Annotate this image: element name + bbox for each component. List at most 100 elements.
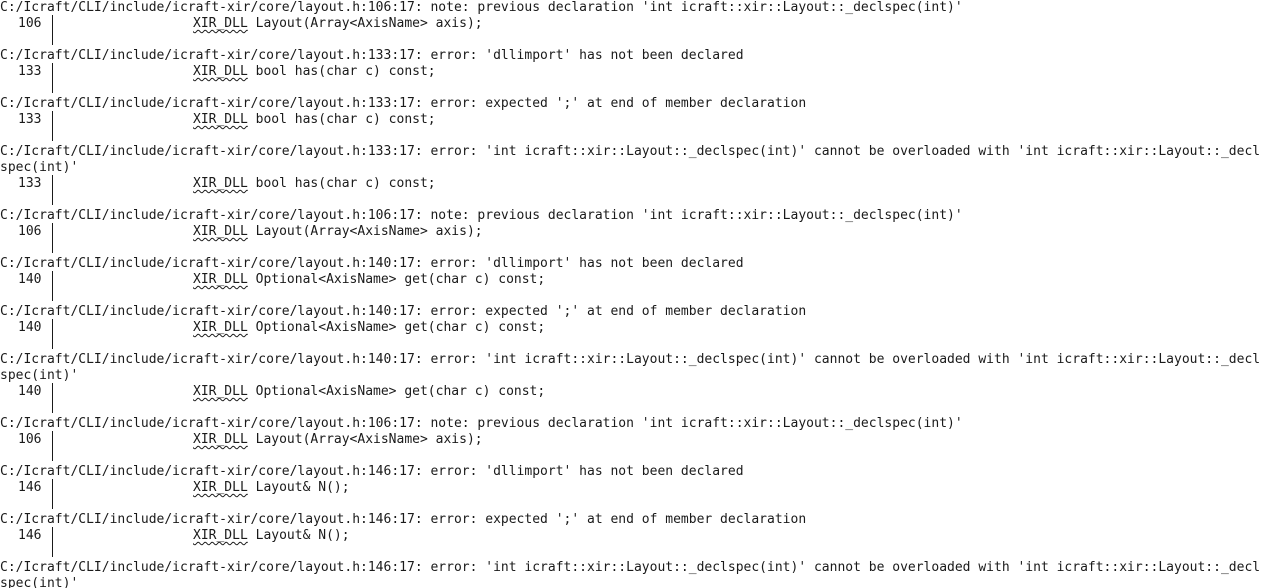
gutter-bar	[52, 271, 53, 301]
source-code: XIR_DLL Optional<AxisName> get(char c) c…	[193, 384, 545, 400]
gutter-bar	[52, 527, 53, 557]
diagnostic-entry: C:/Icraft/CLI/include/icraft-xir/core/la…	[0, 416, 1269, 464]
diagnostic-message: C:/Icraft/CLI/include/icraft-xir/core/la…	[0, 48, 744, 63]
source-code: XIR_DLL Layout(Array<AxisName> axis);	[193, 224, 483, 240]
highlighted-token: XIR_DLL	[193, 272, 248, 287]
diagnostic-entry: C:/Icraft/CLI/include/icraft-xir/core/la…	[0, 48, 1269, 96]
diagnostic-entry: C:/Icraft/CLI/include/icraft-xir/core/la…	[0, 352, 1269, 416]
highlighted-token: XIR_DLL	[193, 224, 248, 239]
highlighted-token: XIR_DLL	[193, 528, 248, 543]
gutter-bar	[52, 319, 53, 349]
source-line-number: 133	[18, 64, 42, 79]
source-excerpt: 106 XIR_DLL Layout(Array<AxisName> axis);	[0, 223, 1269, 253]
highlighted-token: XIR_DLL	[193, 112, 248, 127]
diagnostic-message: C:/Icraft/CLI/include/icraft-xir/core/la…	[0, 416, 963, 431]
diagnostic-message: C:/Icraft/CLI/include/icraft-xir/core/la…	[0, 560, 1261, 588]
source-excerpt: 106 XIR_DLL Layout(Array<AxisName> axis);	[0, 431, 1269, 461]
source-code-rest: Optional<AxisName> get(char c) const;	[247, 320, 546, 335]
diagnostic-message: C:/Icraft/CLI/include/icraft-xir/core/la…	[0, 0, 963, 15]
source-excerpt: 146 XIR_DLL Layout& N();	[0, 527, 1269, 557]
source-code: XIR_DLL Optional<AxisName> get(char c) c…	[193, 320, 545, 336]
source-line-number: 133	[18, 176, 42, 191]
source-code: XIR_DLL Layout& N();	[193, 528, 350, 544]
source-code-rest: Optional<AxisName> get(char c) const;	[247, 384, 546, 399]
diagnostic-message: C:/Icraft/CLI/include/icraft-xir/core/la…	[0, 96, 807, 111]
highlighted-token: XIR_DLL	[193, 480, 248, 495]
source-excerpt: 146 XIR_DLL Layout& N();	[0, 479, 1269, 509]
source-line-number: 146	[18, 528, 42, 543]
highlighted-token: XIR_DLL	[193, 64, 248, 79]
highlighted-token: XIR_DLL	[193, 16, 248, 31]
source-line-number: 133	[18, 112, 42, 127]
highlighted-token: XIR_DLL	[193, 176, 248, 191]
diagnostic-message: C:/Icraft/CLI/include/icraft-xir/core/la…	[0, 464, 744, 479]
gutter-bar	[52, 175, 53, 205]
diagnostic-entry: C:/Icraft/CLI/include/icraft-xir/core/la…	[0, 0, 1269, 48]
diagnostic-message: C:/Icraft/CLI/include/icraft-xir/core/la…	[0, 352, 1261, 383]
source-line-number: 140	[18, 384, 42, 399]
source-excerpt: 140 XIR_DLL Optional<AxisName> get(char c…	[0, 383, 1269, 413]
diagnostic-entry: C:/Icraft/CLI/include/icraft-xir/core/la…	[0, 512, 1269, 560]
gutter-bar	[52, 479, 53, 509]
diagnostic-message: C:/Icraft/CLI/include/icraft-xir/core/la…	[0, 208, 963, 223]
source-line-number: 106	[18, 16, 42, 31]
gutter-bar	[52, 223, 53, 253]
source-code-rest: Layout(Array<AxisName> axis);	[247, 432, 483, 447]
source-code: XIR_DLL Layout& N();	[193, 480, 350, 496]
diagnostic-entry: C:/Icraft/CLI/include/icraft-xir/core/la…	[0, 256, 1269, 304]
source-line-number: 140	[18, 272, 42, 287]
source-code: XIR_DLL Layout(Array<AxisName> axis);	[193, 432, 483, 448]
source-line-number: 106	[18, 224, 42, 239]
highlighted-token: XIR_DLL	[193, 384, 248, 399]
gutter-bar	[52, 431, 53, 461]
highlighted-token: XIR_DLL	[193, 320, 248, 335]
gutter-bar	[52, 383, 53, 413]
source-excerpt: 140 XIR_DLL Optional<AxisName> get(char c…	[0, 319, 1269, 349]
source-excerpt: 133 XIR_DLL bool has(char c) const;	[0, 111, 1269, 141]
diagnostic-entry: C:/Icraft/CLI/include/icraft-xir/core/la…	[0, 208, 1269, 256]
compiler-output-console[interactable]: C:/Icraft/CLI/include/icraft-xir/core/la…	[0, 0, 1269, 588]
gutter-bar	[52, 15, 53, 45]
source-excerpt: 133 XIR_DLL bool has(char c) const;	[0, 175, 1269, 205]
source-code-rest: bool has(char c) const;	[247, 64, 436, 79]
gutter-bar	[52, 63, 53, 93]
diagnostic-entry: C:/Icraft/CLI/include/icraft-xir/core/la…	[0, 304, 1269, 352]
source-excerpt: 140 XIR_DLL Optional<AxisName> get(char c…	[0, 271, 1269, 301]
highlighted-token: XIR_DLL	[193, 432, 248, 447]
source-code-rest: Layout(Array<AxisName> axis);	[247, 16, 483, 31]
source-code: XIR_DLL bool has(char c) const;	[193, 64, 436, 80]
source-line-number: 146	[18, 480, 42, 495]
source-code-rest: Layout(Array<AxisName> axis);	[247, 224, 483, 239]
diagnostic-entry: C:/Icraft/CLI/include/icraft-xir/core/la…	[0, 144, 1269, 208]
diagnostic-entry: C:/Icraft/CLI/include/icraft-xir/core/la…	[0, 464, 1269, 512]
source-line-number: 106	[18, 432, 42, 447]
source-line-number: 140	[18, 320, 42, 335]
diagnostic-entry: C:/Icraft/CLI/include/icraft-xir/core/la…	[0, 96, 1269, 144]
source-excerpt: 106 XIR_DLL Layout(Array<AxisName> axis);	[0, 15, 1269, 45]
source-code: XIR_DLL bool has(char c) const;	[193, 176, 436, 192]
source-code-rest: bool has(char c) const;	[247, 112, 436, 127]
diagnostic-message: C:/Icraft/CLI/include/icraft-xir/core/la…	[0, 304, 807, 319]
diagnostic-message: C:/Icraft/CLI/include/icraft-xir/core/la…	[0, 144, 1261, 175]
diagnostic-message: C:/Icraft/CLI/include/icraft-xir/core/la…	[0, 512, 807, 527]
source-code: XIR_DLL bool has(char c) const;	[193, 112, 436, 128]
diagnostic-message: C:/Icraft/CLI/include/icraft-xir/core/la…	[0, 256, 744, 271]
gutter-bar	[52, 111, 53, 141]
source-code-rest: Optional<AxisName> get(char c) const;	[247, 272, 546, 287]
diagnostic-entry: C:/Icraft/CLI/include/icraft-xir/core/la…	[0, 560, 1269, 588]
source-code-rest: bool has(char c) const;	[247, 176, 436, 191]
source-excerpt: 133 XIR_DLL bool has(char c) const;	[0, 63, 1269, 93]
source-code: XIR_DLL Layout(Array<AxisName> axis);	[193, 16, 483, 32]
source-code-rest: Layout& N();	[247, 480, 350, 495]
